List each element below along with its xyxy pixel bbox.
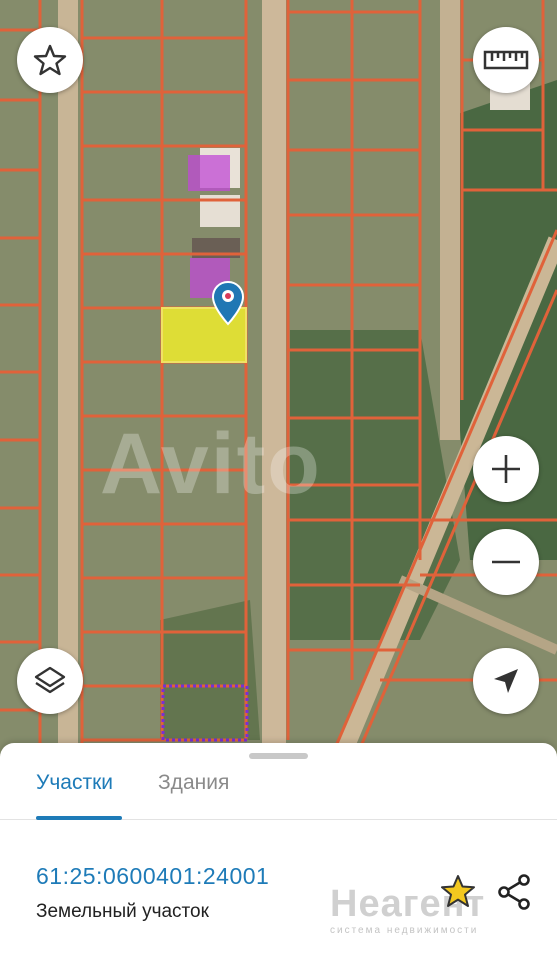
star-outline-icon: [33, 44, 67, 76]
favorite-button[interactable]: [17, 27, 83, 93]
zoom-in-button[interactable]: [473, 436, 539, 502]
tab-bar: Участки Здания: [0, 763, 557, 820]
layers-button[interactable]: [17, 648, 83, 714]
ruler-button[interactable]: [473, 27, 539, 93]
share-icon[interactable]: [496, 873, 532, 911]
my-location-button[interactable]: [473, 648, 539, 714]
cadastral-number[interactable]: 61:25:0600401:24001: [36, 863, 269, 890]
satellite-map: [0, 0, 557, 760]
layers-icon: [34, 666, 66, 694]
bottom-sheet: Участки Здания Неагент система недвижимо…: [0, 743, 557, 960]
navigation-arrow-icon: [494, 669, 518, 693]
ruler-icon: [483, 50, 529, 70]
minus-icon: [492, 560, 520, 564]
map-pin-icon[interactable]: [211, 280, 245, 326]
plus-icon: [492, 455, 520, 483]
sheet-drag-handle[interactable]: [249, 753, 308, 759]
brand-tagline: система недвижимости: [330, 925, 479, 936]
tab-parcels[interactable]: Участки: [36, 771, 113, 795]
active-tab-indicator: [36, 816, 122, 820]
zoom-out-button[interactable]: [473, 529, 539, 595]
tab-buildings[interactable]: Здания: [158, 771, 229, 795]
map-watermark: Avito: [100, 416, 322, 512]
parcel-type: Земельный участок: [36, 901, 209, 922]
star-icon[interactable]: [440, 873, 476, 909]
map-view[interactable]: Avito: [0, 0, 557, 760]
